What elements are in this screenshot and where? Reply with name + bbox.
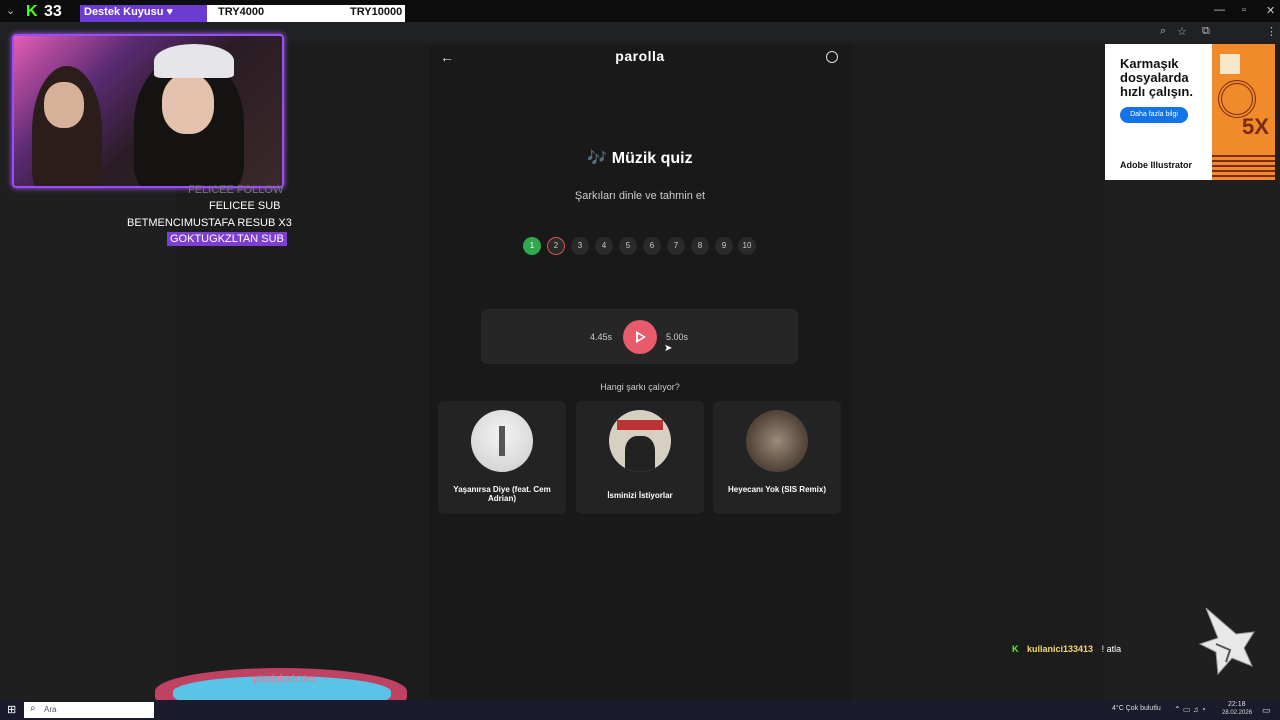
answer-label-3: Heyecanı Yok (SIS Remix) (728, 485, 826, 494)
step-8[interactable]: 8 (691, 237, 709, 255)
kick-logo: K 33 (26, 3, 62, 20)
windows-start-icon[interactable]: ⊞ (7, 703, 16, 716)
kick-chat-icon: K (1012, 644, 1019, 654)
right-margin (853, 44, 1104, 700)
ad-brand: Adobe Illustrator (1120, 160, 1193, 170)
answer-label-2: İsminizi İstiyorlar (607, 491, 673, 500)
kick-logo-number: 33 (44, 3, 62, 20)
minimize-icon[interactable]: — (1214, 4, 1225, 16)
question-text: Hangi şarkı çalıyor? (600, 382, 680, 392)
clock-date[interactable]: 28.02.2026 (1222, 710, 1252, 716)
maximize-icon[interactable]: ▫ (1242, 4, 1246, 16)
donation-goal: TRY10000 (350, 6, 403, 18)
quiz-title: 🎶 Müzik quiz (587, 150, 693, 167)
bookmark-star-icon[interactable]: ☆ (1177, 25, 1187, 38)
alert-sub: FELICEE SUB (209, 200, 281, 212)
step-9[interactable]: 9 (715, 237, 733, 255)
quiz-subtitle: Şarkıları dinle ve tahmin et (574, 190, 706, 202)
webcam-overlay (12, 34, 284, 188)
clock-time[interactable]: 22:18 (1228, 701, 1246, 708)
extensions-icon[interactable]: ⧉ (1202, 25, 1210, 38)
headphones (154, 44, 234, 78)
donation-goal-title: Destek Kuyusu ♥ (84, 6, 174, 18)
answer-option-2[interactable]: İsminizi İstiyorlar (576, 401, 704, 514)
streamer-left-face (44, 82, 84, 128)
chat-text: ! atla (1101, 644, 1122, 654)
ad-art-text: 5X (1242, 114, 1269, 139)
search-placeholder: Ara (44, 705, 57, 714)
tab-search-icon[interactable]: ⌄ (6, 4, 15, 17)
close-icon[interactable]: ✕ (1266, 4, 1275, 17)
mouse-cursor-icon: ➤ (664, 343, 673, 354)
step-10[interactable]: 10 (738, 237, 756, 255)
answer-label-1: Yaşanırsa Diye (feat. Cem Adrian) (453, 485, 551, 503)
donation-current: TRY4000 (218, 6, 265, 18)
profile-icon[interactable] (826, 51, 838, 63)
album-cover-1 (471, 410, 533, 472)
chat-message: K kullanici133413 ! atla (1012, 644, 1121, 654)
search-icon: ⌕ (30, 703, 36, 714)
weather-status[interactable]: 4°C Çok bulutlu (1112, 705, 1161, 712)
total-time: 5.00s (666, 332, 689, 342)
step-7[interactable]: 7 (667, 237, 685, 255)
quiz-page (430, 44, 853, 700)
pool-label: pixelplush.dev (253, 674, 317, 685)
dragon-logo-icon (1198, 607, 1255, 676)
album-cover-2 (609, 410, 671, 472)
zoom-icon[interactable]: ⌕ (1160, 25, 1166, 38)
windows-taskbar (0, 700, 1280, 720)
app-title: parolla (615, 48, 665, 64)
answer-option-1[interactable]: Yaşanırsa Diye (feat. Cem Adrian) (438, 401, 566, 514)
step-4[interactable]: 4 (595, 237, 613, 255)
ad-cta-button[interactable]: Daha fazla bilgi (1120, 107, 1188, 123)
step-1[interactable]: 1 (523, 237, 541, 255)
album-cover-3 (746, 410, 808, 472)
ad-headline: Karmaşık dosyalarda hızlı çalışın. (1120, 56, 1193, 99)
step-6[interactable]: 6 (643, 237, 661, 255)
alert-resub: BETMENCIMUSTAFA RESUB X3 (127, 217, 292, 229)
tray-icons[interactable]: ⌃ ▭ ♫ ◔ (1174, 705, 1206, 714)
step-2[interactable]: 2 (547, 237, 565, 255)
back-arrow-icon[interactable]: ← (440, 49, 454, 65)
notification-icon[interactable]: ▭ (1262, 705, 1271, 716)
taskbar-search[interactable]: ⌕ Ara (24, 702, 154, 718)
step-5[interactable]: 5 (619, 237, 637, 255)
alert-sub-highlight: GOKTUGKZLTAN SUB (167, 232, 287, 246)
browser-menu-icon[interactable]: ⋮ (1266, 25, 1277, 38)
streamer-right-face (162, 74, 214, 134)
answer-option-3[interactable]: Heyecanı Yok (SIS Remix) (713, 401, 841, 514)
alert-follow: FELICEE FOLLOW (188, 184, 284, 196)
step-3[interactable]: 3 (571, 237, 589, 255)
ad-artwork: 5X (1212, 44, 1275, 180)
play-icon-inner (638, 334, 643, 340)
elapsed-time: 4.45s (590, 332, 613, 342)
chat-username: kullanici133413 (1027, 644, 1094, 654)
